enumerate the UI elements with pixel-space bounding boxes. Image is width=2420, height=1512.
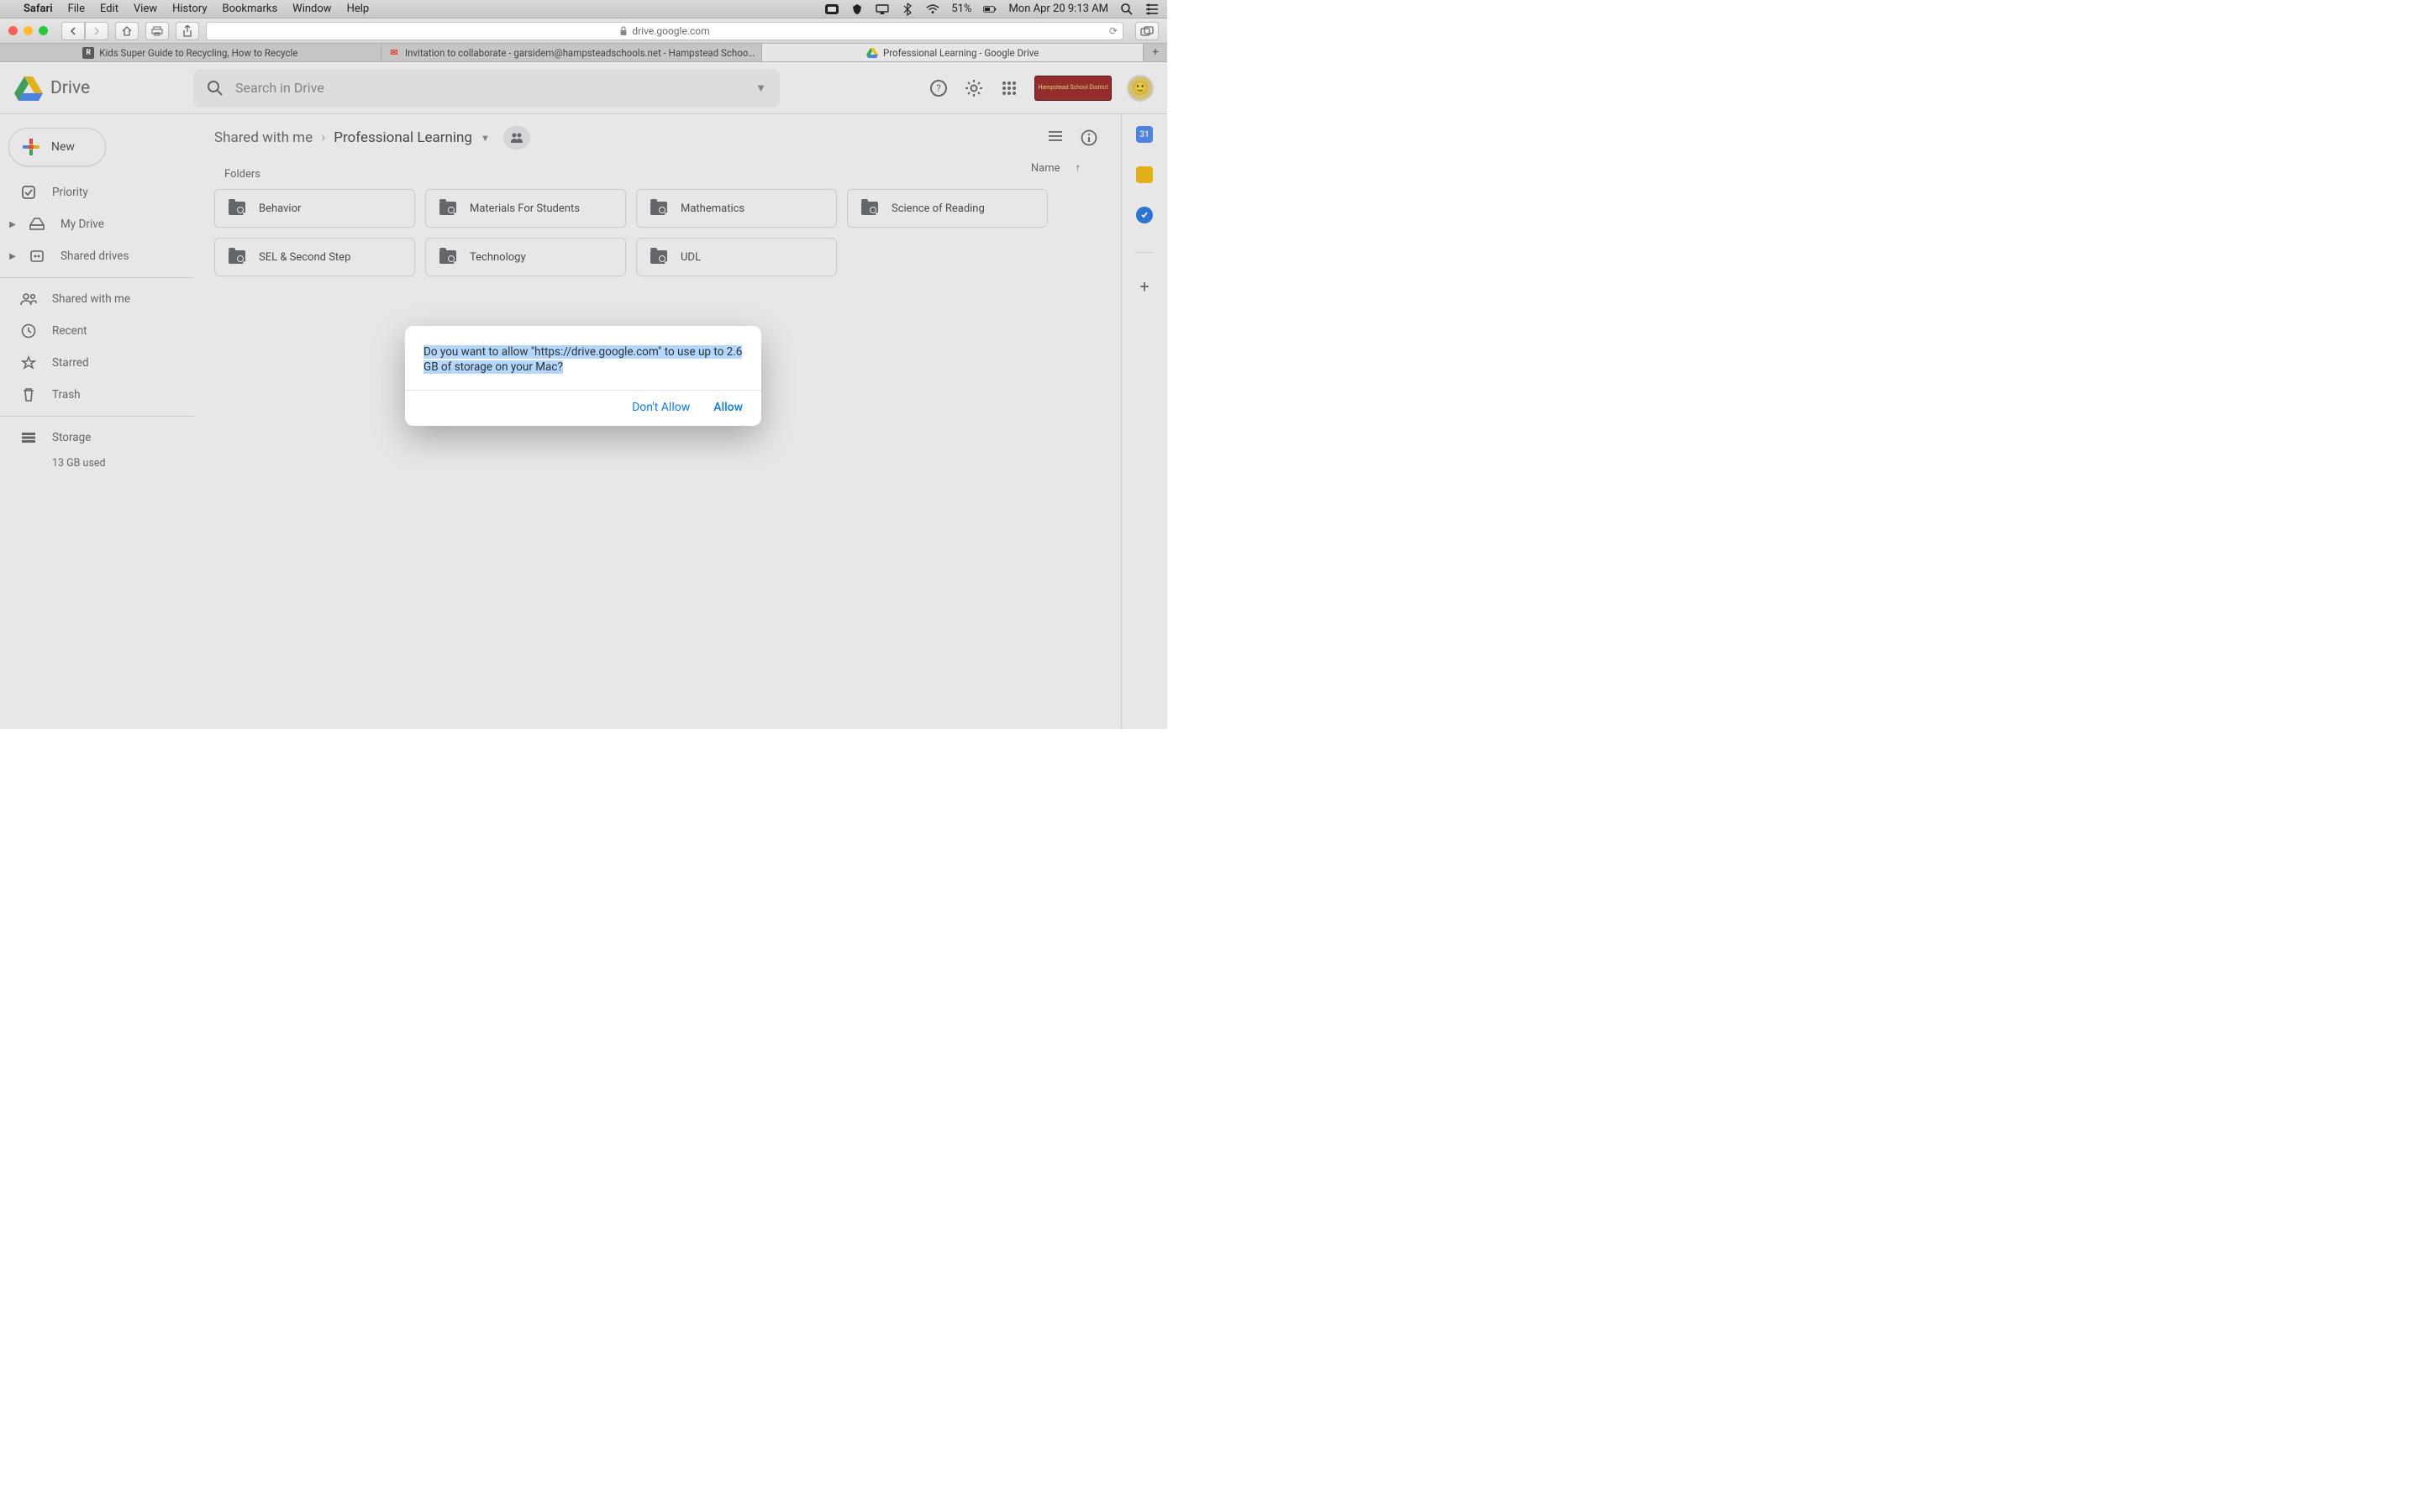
gmail-favicon-icon: ✉	[388, 47, 400, 59]
menu-help[interactable]: Help	[347, 3, 370, 15]
status-wifi-icon[interactable]	[926, 3, 939, 16]
macos-menubar: Safari File Edit View History Bookmarks …	[0, 0, 1167, 18]
menu-window[interactable]: Window	[292, 3, 331, 15]
show-tabs-button[interactable]	[1135, 22, 1159, 40]
menu-history[interactable]: History	[172, 3, 207, 15]
home-button[interactable]	[115, 22, 139, 40]
menu-bookmarks[interactable]: Bookmarks	[222, 3, 277, 15]
favicon-icon: R	[82, 47, 94, 59]
zoom-window-button[interactable]	[39, 26, 48, 35]
status-datetime: Mon Apr 20 9:13 AM	[1008, 3, 1108, 15]
browser-tab-0[interactable]: R Kids Super Guide to Recycling, How to …	[0, 44, 381, 61]
tab-strip: R Kids Super Guide to Recycling, How to …	[0, 44, 1167, 62]
drive-favicon-icon	[866, 47, 878, 59]
status-battery-pct: 51%	[951, 3, 971, 15]
status-bluetooth-icon[interactable]	[901, 3, 914, 16]
dont-allow-button[interactable]: Don't Allow	[632, 401, 690, 414]
menu-file[interactable]: File	[68, 3, 85, 15]
new-tab-button[interactable]: +	[1144, 44, 1167, 61]
allow-button[interactable]: Allow	[713, 401, 743, 414]
forward-button[interactable]	[85, 22, 108, 40]
window-controls	[8, 26, 48, 35]
tab-label: Professional Learning - Google Drive	[883, 47, 1039, 59]
reload-icon[interactable]: ⟳	[1109, 25, 1118, 37]
status-malware-icon[interactable]	[850, 3, 864, 16]
status-airplay-icon[interactable]	[876, 3, 889, 16]
menu-edit[interactable]: Edit	[100, 3, 118, 15]
dialog-message: Do you want to allow "https://drive.goog…	[424, 345, 742, 374]
minimize-window-button[interactable]	[24, 26, 33, 35]
close-window-button[interactable]	[8, 26, 18, 35]
back-button[interactable]	[61, 22, 85, 40]
safari-toolbar: drive.google.com ⟳	[0, 18, 1167, 44]
address-bar[interactable]: drive.google.com ⟳	[206, 22, 1123, 40]
lock-icon	[619, 26, 628, 36]
status-video-icon[interactable]	[825, 3, 839, 16]
status-battery-icon[interactable]	[983, 3, 997, 16]
app-menu[interactable]: Safari	[24, 3, 53, 15]
browser-tab-1[interactable]: ✉ Invitation to collaborate - garsidem@h…	[381, 44, 763, 61]
tab-label: Invitation to collaborate - garsidem@ham…	[405, 47, 755, 59]
spotlight-search-icon[interactable]	[1120, 3, 1134, 16]
browser-tab-2[interactable]: Professional Learning - Google Drive	[762, 44, 1144, 61]
print-button[interactable]	[145, 22, 169, 40]
storage-permission-dialog: Do you want to allow "https://drive.goog…	[405, 326, 761, 426]
tab-label: Kids Super Guide to Recycling, How to Re…	[99, 47, 297, 59]
menu-view[interactable]: View	[134, 3, 157, 15]
notification-center-icon[interactable]	[1145, 3, 1159, 16]
url-host: drive.google.com	[632, 25, 709, 37]
share-button[interactable]	[176, 22, 199, 40]
